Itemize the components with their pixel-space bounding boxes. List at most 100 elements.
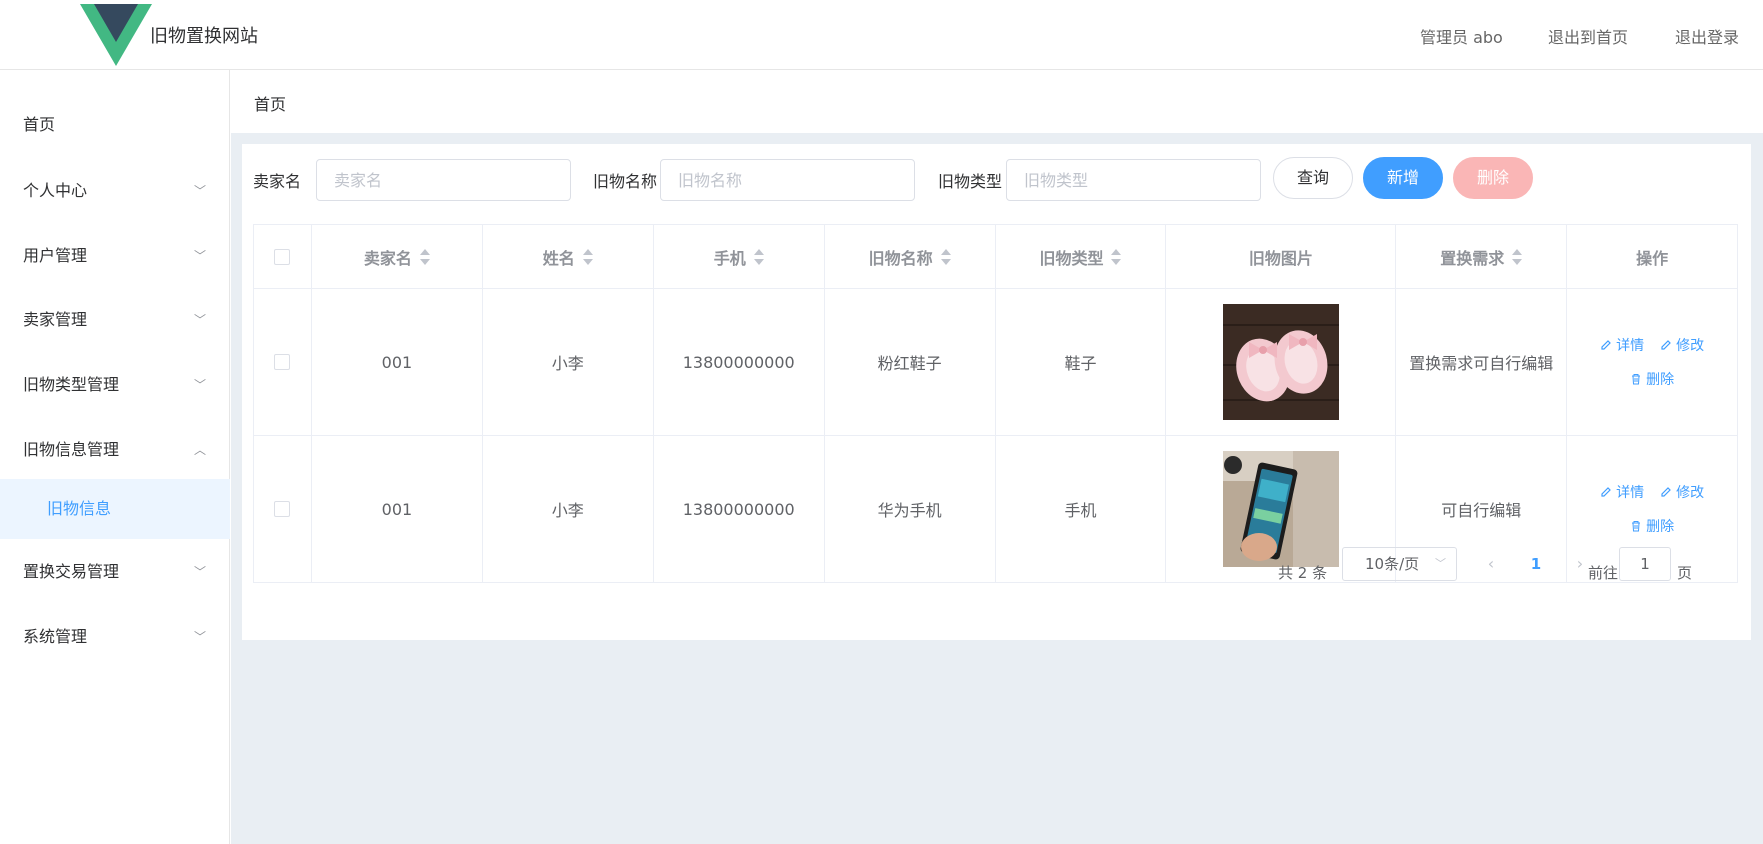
chevron-down-icon: ﹀ [193, 249, 206, 263]
column-header-label: 旧物名称 [868, 248, 933, 268]
goto-prefix-label: 前往 [1588, 564, 1619, 582]
row-checkbox[interactable] [274, 501, 291, 517]
edit-link[interactable]: 修改 [1660, 482, 1704, 502]
sidebar-item-seller-management[interactable]: 卖家管理 ﹀ [0, 290, 230, 350]
pink-shoes-image[interactable] [1222, 304, 1339, 420]
back-to-home-link[interactable]: 退出到首页 [1548, 24, 1628, 48]
trash-icon [1632, 374, 1641, 385]
sidebar: 首页 个人中心 ﹀ 用户管理 ﹀ 卖家管理 ﹀ 旧物类型管理 ﹀ 旧物信息管理 … [0, 70, 230, 844]
table-row: 001 小李 13800000000 粉红鞋子 鞋子 置换需求可自行编辑 详情 … [254, 289, 1739, 436]
column-header-item-name[interactable]: 旧物名称 [825, 225, 996, 288]
detail-link[interactable]: 详情 [1600, 335, 1644, 355]
phone-cell: 13800000000 [654, 436, 825, 582]
seller-cell: 001 [312, 436, 483, 582]
column-header-label: 手机 [713, 248, 746, 268]
edit-link[interactable]: 修改 [1660, 335, 1704, 355]
phone-cell: 13800000000 [654, 289, 825, 435]
sidebar-item-system-management[interactable]: 系统管理 ﹀ [0, 607, 230, 667]
chevron-up-icon: ︿ [193, 443, 206, 457]
content-panel: 卖家名 旧物名称 旧物类型 查询 新增 删除 卖家名 姓名 手机 [242, 144, 1751, 640]
add-button[interactable]: 新增 [1363, 157, 1443, 199]
column-header-phone[interactable]: 手机 [654, 225, 825, 288]
main-content: 首页 卖家名 旧物名称 旧物类型 查询 新增 删除 卖家名 姓名 [231, 71, 1763, 844]
item-type-search-input[interactable] [1006, 159, 1261, 201]
sort-icon[interactable] [419, 248, 430, 266]
page-size-value: 10条/页 [1365, 555, 1420, 573]
sidebar-item-item-type-management[interactable]: 旧物类型管理 ﹀ [0, 355, 230, 415]
edit-icon [1601, 340, 1611, 350]
sidebar-item-label: 置换交易管理 [23, 562, 120, 581]
sort-icon[interactable] [940, 248, 951, 266]
page-size-select[interactable]: 10条/页 ﹀ [1342, 547, 1457, 581]
seller-filter-label: 卖家名 [253, 172, 302, 191]
sidebar-item-label: 用户管理 [23, 246, 88, 265]
sort-icon[interactable] [753, 248, 764, 266]
select-all-cell [254, 225, 312, 288]
chevron-down-icon: ﹀ [193, 630, 206, 644]
seller-search-input[interactable] [316, 159, 571, 201]
sidebar-item-label: 旧物信息管理 [23, 440, 120, 459]
detail-label: 详情 [1616, 485, 1645, 501]
sidebar-item-personal-center[interactable]: 个人中心 ﹀ [0, 161, 230, 221]
delete-link[interactable]: 删除 [1630, 516, 1674, 536]
chevron-down-icon: ﹀ [1435, 557, 1446, 570]
delete-link[interactable]: 删除 [1630, 369, 1674, 389]
row-select-cell [254, 289, 312, 435]
column-header-seller[interactable]: 卖家名 [312, 225, 483, 288]
detail-link[interactable]: 详情 [1600, 482, 1644, 502]
column-header-name[interactable]: 姓名 [483, 225, 654, 288]
column-header-item-type[interactable]: 旧物类型 [996, 225, 1167, 288]
column-header-actions: 操作 [1567, 225, 1739, 288]
edit-label: 修改 [1676, 485, 1705, 501]
row-select-cell [254, 436, 312, 582]
goto-page-input[interactable] [1619, 547, 1671, 581]
delete-label: 删除 [1646, 372, 1675, 388]
chevron-down-icon: ﹀ [193, 378, 206, 392]
pagination-total: 共 2 条 [1278, 564, 1328, 582]
item-name-search-input[interactable] [660, 159, 915, 201]
column-header-demand[interactable]: 置换需求 [1396, 225, 1568, 288]
vue-logo-icon [80, 4, 152, 66]
sidebar-item-user-management[interactable]: 用户管理 ﹀ [0, 226, 230, 286]
column-header-label: 置换需求 [1440, 248, 1505, 268]
column-header-item-image: 旧物图片 [1166, 225, 1397, 288]
batch-delete-button[interactable]: 删除 [1453, 157, 1533, 199]
sidebar-item-label: 系统管理 [23, 627, 88, 646]
table-header-row: 卖家名 姓名 手机 旧物名称 旧物类型 旧物图片 置换需求 操作 [254, 225, 1739, 289]
column-header-label: 姓名 [542, 248, 575, 268]
sidebar-item-trade-management[interactable]: 置换交易管理 ﹀ [0, 542, 230, 602]
sort-icon[interactable] [1512, 248, 1523, 266]
sort-icon[interactable] [582, 248, 593, 266]
sidebar-item-home[interactable]: 首页 [0, 95, 230, 155]
item-type-filter-label: 旧物类型 [938, 172, 1003, 191]
sidebar-item-item-info-management[interactable]: 旧物信息管理 ︿ [0, 420, 230, 480]
query-button[interactable]: 查询 [1273, 157, 1353, 199]
admin-label[interactable]: 管理员 abo [1420, 24, 1503, 48]
trash-icon [1632, 521, 1641, 532]
item-name-cell: 华为手机 [825, 436, 996, 582]
table-row: 001 小李 13800000000 华为手机 手机 可自行编辑 详情 修改 删… [254, 436, 1739, 583]
logout-link[interactable]: 退出登录 [1675, 24, 1739, 48]
edit-icon [1601, 487, 1611, 497]
item-type-cell: 手机 [996, 436, 1167, 582]
sidebar-subitem-label: 旧物信息 [47, 499, 112, 518]
data-table: 卖家名 姓名 手机 旧物名称 旧物类型 旧物图片 置换需求 操作 001 小李 … [253, 224, 1739, 583]
column-header-label: 卖家名 [363, 248, 412, 268]
row-checkbox[interactable] [274, 354, 291, 370]
goto-suffix-label: 页 [1677, 564, 1693, 582]
sidebar-item-label: 卖家管理 [23, 310, 88, 329]
prev-page-button[interactable]: ‹ [1479, 552, 1503, 576]
demand-cell: 置换需求可自行编辑 [1396, 289, 1568, 435]
sort-icon[interactable] [1111, 248, 1122, 266]
edit-icon [1661, 340, 1671, 350]
select-all-checkbox[interactable] [274, 248, 291, 265]
detail-label: 详情 [1616, 338, 1645, 354]
phone-image[interactable] [1222, 451, 1339, 567]
chevron-down-icon: ﹀ [193, 184, 206, 198]
breadcrumb[interactable]: 首页 [254, 91, 286, 115]
column-header-label: 旧物图片 [1248, 248, 1313, 268]
column-header-label: 旧物类型 [1039, 248, 1104, 268]
name-cell: 小李 [483, 436, 654, 582]
sidebar-subitem-item-info[interactable]: 旧物信息 [0, 479, 230, 539]
page-number-current[interactable]: 1 [1524, 552, 1548, 576]
